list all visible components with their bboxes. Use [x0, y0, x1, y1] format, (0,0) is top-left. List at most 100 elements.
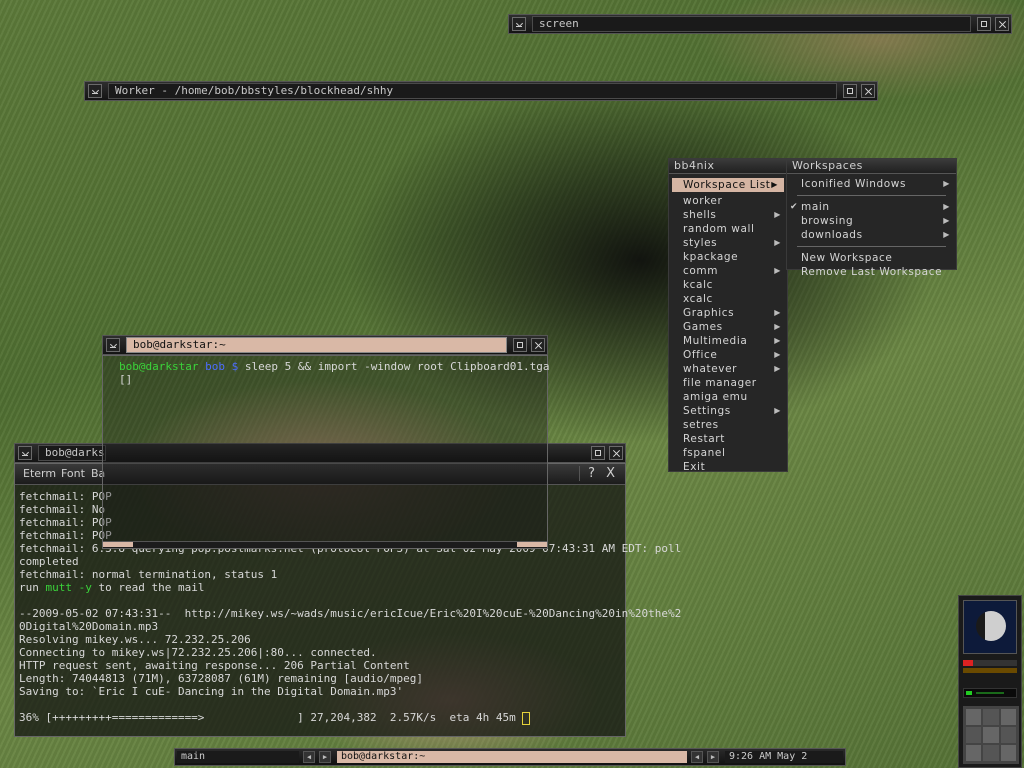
cursor-icon: [522, 711, 531, 725]
progress-line: 36% [+++++++++=============> ] 27,204,38…: [19, 711, 621, 725]
maximize-icon[interactable]: [977, 17, 991, 31]
terminal-title: bob@darkstar:~: [126, 337, 507, 353]
menu-item-fspanel[interactable]: fspanel: [669, 446, 787, 460]
output-line: --2009-05-02 07:43:31-- http://mikey.ws/…: [19, 607, 682, 620]
menu-item-setres[interactable]: setres: [669, 418, 787, 432]
cursor-line: []: [119, 373, 133, 386]
blackbox-toolbar[interactable]: main ◀ ▶ bob@darkstar:~ ◀ ▶ 9:26 AM May …: [174, 748, 846, 766]
output-line: HTTP request sent, awaiting response... …: [19, 659, 410, 672]
maximize-icon[interactable]: [591, 446, 605, 460]
mutt-command: mutt -y: [45, 581, 92, 594]
resize-grip-right[interactable]: [517, 542, 547, 547]
output-line: Connecting to mikey.ws|72.232.25.206|:80…: [19, 646, 377, 659]
prompt-command: sleep 5 && import -window root Clipboard…: [244, 360, 550, 373]
root-menu[interactable]: bb4nix Workspace List ▶ worker shells ▶ rando…: [668, 158, 788, 474]
minimize-icon[interactable]: [106, 338, 120, 352]
menu-item-worker[interactable]: worker: [669, 194, 787, 208]
menu-item-office[interactable]: Office ▶: [669, 348, 787, 362]
workspace-item-main[interactable]: ✔ main ▶: [787, 200, 956, 214]
menu-item-shells[interactable]: shells ▶: [669, 208, 787, 222]
separator: [797, 195, 946, 196]
root-menu-items: Workspace List ▶ worker shells ▶ random wall s…: [669, 174, 787, 474]
moon-icon: [963, 600, 1017, 654]
workspace-item-downloads[interactable]: downloads ▶: [787, 228, 956, 242]
window-name[interactable]: bob@darkstar:~: [337, 751, 687, 763]
menu-item-amiga-emu[interactable]: amiga emu: [669, 390, 787, 404]
close-icon[interactable]: [531, 338, 545, 352]
workspace-item-browsing[interactable]: browsing ▶: [787, 214, 956, 228]
close-icon[interactable]: [995, 17, 1009, 31]
menu-item-random-wall[interactable]: random wall: [669, 222, 787, 236]
check-icon: ✔: [790, 202, 799, 212]
output-line: 0Digital%20Domain.mp3: [19, 620, 159, 633]
worker-window[interactable]: Worker - /home/bob/bbstyles/blockhead/sh…: [84, 81, 878, 101]
terminal-resize-bar[interactable]: [103, 541, 547, 548]
menu-item-games[interactable]: Games ▶: [669, 320, 787, 334]
chevron-right-icon: ▶: [943, 179, 950, 188]
root-menu-title: bb4nix: [669, 159, 787, 174]
menu-item-styles[interactable]: styles ▶: [669, 236, 787, 250]
close-icon[interactable]: X: [606, 466, 615, 481]
resize-grip-left[interactable]: [103, 542, 133, 547]
workspaces-menu-title: Workspaces: [787, 159, 956, 174]
menu-item-workspace-list[interactable]: Workspace List ▶: [672, 178, 784, 192]
menu-item-whatever[interactable]: whatever ▶: [669, 362, 787, 376]
workspaces-menu[interactable]: Workspaces Iconified Windows ▶ ✔ main ▶ brow…: [786, 158, 957, 278]
minimize-icon[interactable]: [88, 84, 102, 98]
output-line: Resolving mikey.ws... 72.232.25.206: [19, 633, 251, 646]
chevron-right-icon: ▶: [943, 230, 950, 239]
chevron-right-icon: ▶: [774, 350, 781, 359]
menu-item-kcalc[interactable]: kcalc: [669, 278, 787, 292]
chevron-right-icon: ▶: [774, 210, 781, 219]
next-window-button[interactable]: ▶: [707, 751, 719, 763]
output-line: Saving to: `Eric I cuE- Dancing in the D…: [19, 685, 404, 698]
menu-item-kpackage[interactable]: kpackage: [669, 250, 787, 264]
chevron-right-icon: ▶: [943, 202, 950, 211]
menu-item-iconified[interactable]: Iconified Windows ▶: [787, 177, 956, 191]
menu-font[interactable]: Font: [61, 467, 85, 480]
network-meter: [963, 688, 1017, 698]
dockapp-slit: [958, 595, 1022, 768]
terminal-body[interactable]: bob@darkstar bob $ sleep 5 && import -wi…: [102, 355, 550, 549]
menu-eterm[interactable]: Eterm: [23, 467, 56, 480]
menu-item-multimedia[interactable]: Multimedia ▶: [669, 334, 787, 348]
menu-item-comm[interactable]: comm ▶: [669, 264, 787, 278]
terminal-titlebar[interactable]: bob@darkstar:~: [102, 335, 548, 355]
close-icon[interactable]: [861, 84, 875, 98]
menu-item-file-manager[interactable]: file manager: [669, 376, 787, 390]
menu-item-exit[interactable]: Exit: [669, 460, 787, 474]
menu-item-graphics[interactable]: Graphics ▶: [669, 306, 787, 320]
pager-grid-icon[interactable]: [963, 706, 1019, 764]
next-workspace-button[interactable]: ▶: [319, 751, 331, 763]
prompt-dir: bob $: [205, 360, 239, 373]
prev-window-button[interactable]: ◀: [691, 751, 703, 763]
menu-item-settings[interactable]: Settings ▶: [669, 404, 787, 418]
maximize-icon[interactable]: [843, 84, 857, 98]
menu-item-xcalc[interactable]: xcalc: [669, 292, 787, 306]
workspace-items: ✔ main ▶ browsing ▶ downloads ▶: [787, 200, 956, 242]
worker-titlebar[interactable]: Worker - /home/bob/bbstyles/blockhead/sh…: [84, 81, 878, 101]
screen-window[interactable]: screen: [508, 14, 1012, 34]
help-button[interactable]: ?: [579, 466, 595, 481]
prev-workspace-button[interactable]: ◀: [303, 751, 315, 763]
minimize-icon[interactable]: [18, 446, 32, 460]
output-line: completed: [19, 555, 79, 568]
eterm-title: bob@darks: [38, 445, 106, 461]
clock: 9:26 AM May 2: [725, 751, 843, 763]
menu-item-remove-workspace[interactable]: Remove Last Workspace: [787, 265, 956, 279]
chevron-right-icon: ▶: [771, 180, 778, 189]
maximize-icon[interactable]: [513, 338, 527, 352]
screen-titlebar[interactable]: screen: [508, 14, 1012, 34]
chevron-right-icon: ▶: [774, 266, 781, 275]
separator: [797, 246, 946, 247]
menu-item-new-workspace[interactable]: New Workspace: [787, 251, 956, 265]
chevron-right-icon: ▶: [774, 322, 781, 331]
menu-item-restart[interactable]: Restart: [669, 432, 787, 446]
minimize-icon[interactable]: [512, 17, 526, 31]
chevron-right-icon: ▶: [774, 406, 781, 415]
workspace-name[interactable]: main: [177, 751, 299, 763]
close-icon[interactable]: [609, 446, 623, 460]
terminal-window[interactable]: bob@darkstar:~ bob@darkstar bob $ sleep …: [102, 335, 550, 549]
